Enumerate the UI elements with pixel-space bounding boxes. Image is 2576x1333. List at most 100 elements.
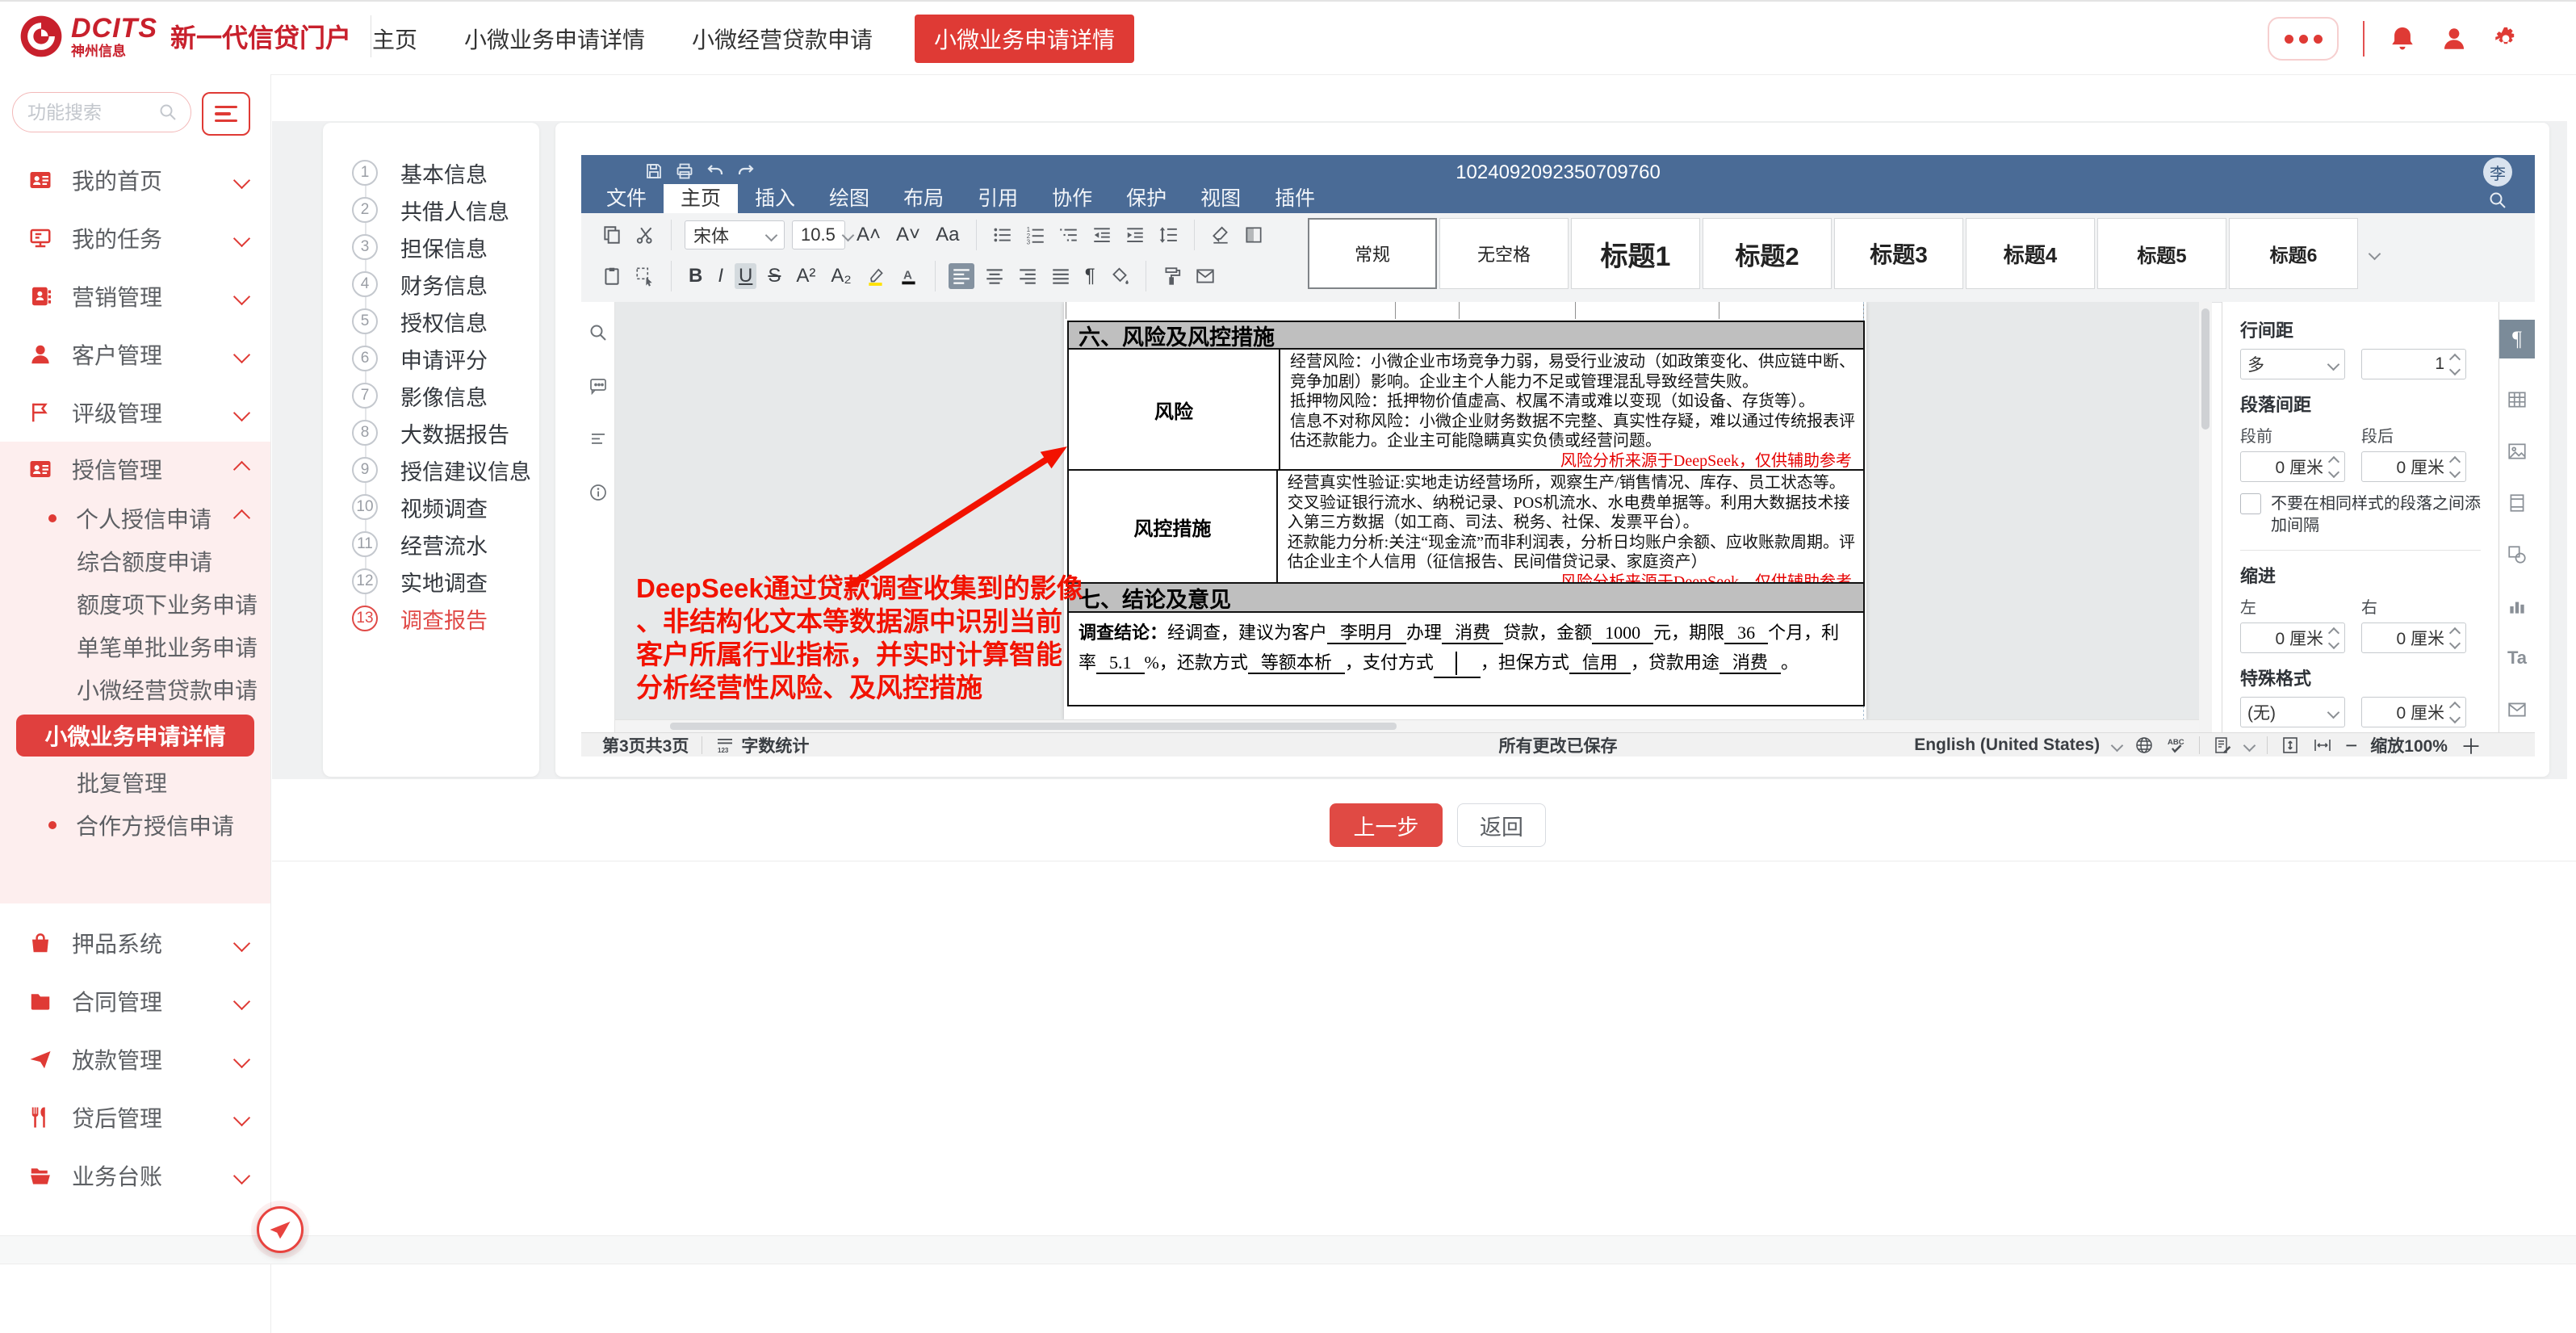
shading-bucket-icon[interactable] bbox=[1107, 263, 1133, 289]
style-option[interactable]: 标题2 bbox=[1703, 218, 1832, 289]
grow-font-button[interactable]: A˄ bbox=[852, 222, 885, 248]
comments-icon[interactable] bbox=[589, 376, 608, 396]
justify-icon[interactable] bbox=[1048, 263, 1074, 289]
table-panel-icon[interactable] bbox=[2507, 389, 2528, 410]
collapse-menu-button[interactable] bbox=[202, 92, 250, 136]
language-selector[interactable]: English (United States) bbox=[1914, 736, 2100, 755]
sidebar-item[interactable]: 个人授信申请 bbox=[0, 497, 270, 539]
chart-panel-icon[interactable] bbox=[2507, 596, 2528, 617]
styles-gallery-expand-icon[interactable] bbox=[2360, 218, 2388, 289]
font-family-select[interactable]: 宋体 bbox=[685, 220, 785, 249]
indent-left-stepper[interactable]: 0 厘米 bbox=[2240, 622, 2345, 653]
style-option[interactable]: 标题3 bbox=[1834, 218, 1963, 289]
align-center-icon[interactable] bbox=[982, 263, 1007, 289]
editor-menu-tab[interactable]: 主页 bbox=[664, 184, 738, 213]
spacing-after-stepper[interactable]: 0 厘米 bbox=[2361, 451, 2466, 482]
font-color-icon[interactable]: A bbox=[896, 263, 922, 289]
strikethrough-button[interactable]: S bbox=[764, 263, 785, 289]
paragraph-panel-tab[interactable]: ¶ bbox=[2499, 320, 2536, 358]
avatar[interactable]: 李 bbox=[2483, 157, 2512, 187]
step-item[interactable]: 5 授权信息 bbox=[323, 303, 539, 340]
select-icon[interactable] bbox=[632, 263, 658, 289]
more-ellipsis-icon[interactable] bbox=[2268, 17, 2339, 61]
step-item[interactable]: 3 担保信息 bbox=[323, 228, 539, 266]
nav-tab[interactable]: 小微业务申请详情 bbox=[459, 15, 650, 63]
back-button[interactable]: 返回 bbox=[1457, 803, 1546, 847]
style-option[interactable]: 标题4 bbox=[1966, 218, 2095, 289]
sidebar-item[interactable]: 额度项下业务申请 bbox=[0, 582, 270, 625]
sidebar-item[interactable]: 我的首页 bbox=[0, 151, 270, 209]
mail-panel-icon[interactable] bbox=[2507, 699, 2528, 720]
align-left-icon[interactable] bbox=[949, 263, 974, 289]
search-input[interactable] bbox=[26, 101, 158, 124]
numbered-list-icon[interactable]: 123 bbox=[1023, 222, 1049, 248]
fit-width-icon[interactable] bbox=[2313, 736, 2332, 755]
increase-indent-icon[interactable] bbox=[1122, 222, 1148, 248]
edit-mode-icon[interactable] bbox=[2213, 736, 2232, 755]
doc-conclusion[interactable]: 调查结论：经调查，建议为客户李明月办理消费贷款，金额1000元，期限36个月，利… bbox=[1067, 611, 1865, 706]
sidebar-item[interactable]: 营销管理 bbox=[0, 267, 270, 325]
sidebar-item[interactable]: 客户管理 bbox=[0, 325, 270, 384]
indent-right-stepper[interactable]: 0 厘米 bbox=[2361, 622, 2466, 653]
special-format-value-stepper[interactable]: 0 厘米 bbox=[2361, 697, 2466, 727]
style-option[interactable]: 常规 bbox=[1308, 218, 1437, 289]
superscript-button[interactable]: A² bbox=[792, 263, 819, 289]
step-item[interactable]: 12 实地调查 bbox=[323, 563, 539, 600]
save-icon[interactable] bbox=[644, 161, 664, 181]
style-option[interactable]: 标题1 bbox=[1571, 218, 1700, 289]
sidebar-item[interactable]: 合作方授信申请 bbox=[0, 803, 270, 846]
document-page[interactable]: 六、风险及风控措施 风险 经营风险：小微企业市场竞争力弱，易受行业波动（如政策变… bbox=[1064, 302, 1866, 720]
zoom-level[interactable]: 缩放100% bbox=[2370, 733, 2448, 757]
same-style-checkbox[interactable] bbox=[2240, 493, 2261, 514]
step-item[interactable]: 1 基本信息 bbox=[323, 154, 539, 191]
nav-tab[interactable]: 主页 bbox=[367, 15, 422, 63]
format-painter-icon[interactable] bbox=[1159, 263, 1185, 289]
editor-menu-tab[interactable]: 插入 bbox=[738, 184, 812, 213]
prev-step-button[interactable]: 上一步 bbox=[1330, 803, 1443, 847]
redo-icon[interactable] bbox=[736, 161, 756, 181]
globe-icon[interactable] bbox=[2134, 736, 2154, 755]
zoom-out-button[interactable]: − bbox=[2345, 733, 2357, 757]
sidebar-item[interactable]: 合同管理 bbox=[0, 972, 270, 1030]
change-case-button[interactable]: Aa bbox=[932, 222, 963, 248]
sidebar-item[interactable]: 小微业务申请详情 bbox=[16, 715, 254, 757]
step-item[interactable]: 9 授信建议信息 bbox=[323, 451, 539, 488]
search-icon[interactable] bbox=[158, 103, 178, 122]
image-panel-icon[interactable] bbox=[2507, 441, 2528, 462]
page-layout-panel-icon[interactable] bbox=[2507, 493, 2528, 513]
zoom-in-button[interactable]: ＋ bbox=[2461, 731, 2482, 757]
editor-menu-tab[interactable]: 文件 bbox=[589, 184, 664, 213]
underline-button[interactable]: U bbox=[735, 263, 756, 289]
multilevel-list-icon[interactable] bbox=[1056, 222, 1082, 248]
clear-format-icon[interactable] bbox=[1208, 222, 1234, 248]
line-spacing-icon[interactable] bbox=[1155, 222, 1181, 248]
editor-menu-tab[interactable]: 布局 bbox=[886, 184, 961, 213]
sidebar-item[interactable]: 押品系统 bbox=[0, 914, 270, 972]
print-icon[interactable] bbox=[675, 161, 694, 181]
step-item[interactable]: 11 经营流水 bbox=[323, 526, 539, 563]
sidebar-item[interactable]: 放款管理 bbox=[0, 1030, 270, 1088]
step-item[interactable]: 10 视频调查 bbox=[323, 488, 539, 526]
outline-icon[interactable] bbox=[589, 430, 608, 449]
special-format-select[interactable]: (无) bbox=[2240, 697, 2345, 727]
sidebar-item[interactable]: 业务台账 bbox=[0, 1146, 270, 1205]
step-item[interactable]: 6 申请评分 bbox=[323, 340, 539, 377]
shape-panel-icon[interactable] bbox=[2507, 544, 2528, 565]
editor-menu-tab[interactable]: 保护 bbox=[1109, 184, 1183, 213]
subscript-button[interactable]: A₂ bbox=[827, 263, 855, 289]
sidebar-item[interactable]: 单笔单批业务申请 bbox=[0, 625, 270, 668]
step-item[interactable]: 7 影像信息 bbox=[323, 377, 539, 414]
editor-search-icon[interactable] bbox=[2488, 191, 2507, 210]
editor-menu-tab[interactable]: 视图 bbox=[1183, 184, 1258, 213]
step-item[interactable]: 13 调查报告 bbox=[323, 600, 539, 637]
sidebar-item[interactable]: 授信管理 bbox=[0, 442, 270, 497]
bell-icon[interactable] bbox=[2389, 25, 2416, 52]
sidebar-item[interactable]: 小微经营贷款申请 bbox=[0, 668, 270, 711]
user-icon[interactable] bbox=[2440, 25, 2468, 52]
paste-icon[interactable] bbox=[599, 263, 625, 289]
find-icon[interactable] bbox=[589, 323, 608, 342]
editor-menu-tab[interactable]: 插件 bbox=[1258, 184, 1332, 213]
sidebar-item[interactable]: 贷后管理 bbox=[0, 1088, 270, 1146]
line-spacing-value-stepper[interactable]: 1 bbox=[2361, 349, 2466, 379]
decrease-indent-icon[interactable] bbox=[1089, 222, 1115, 248]
